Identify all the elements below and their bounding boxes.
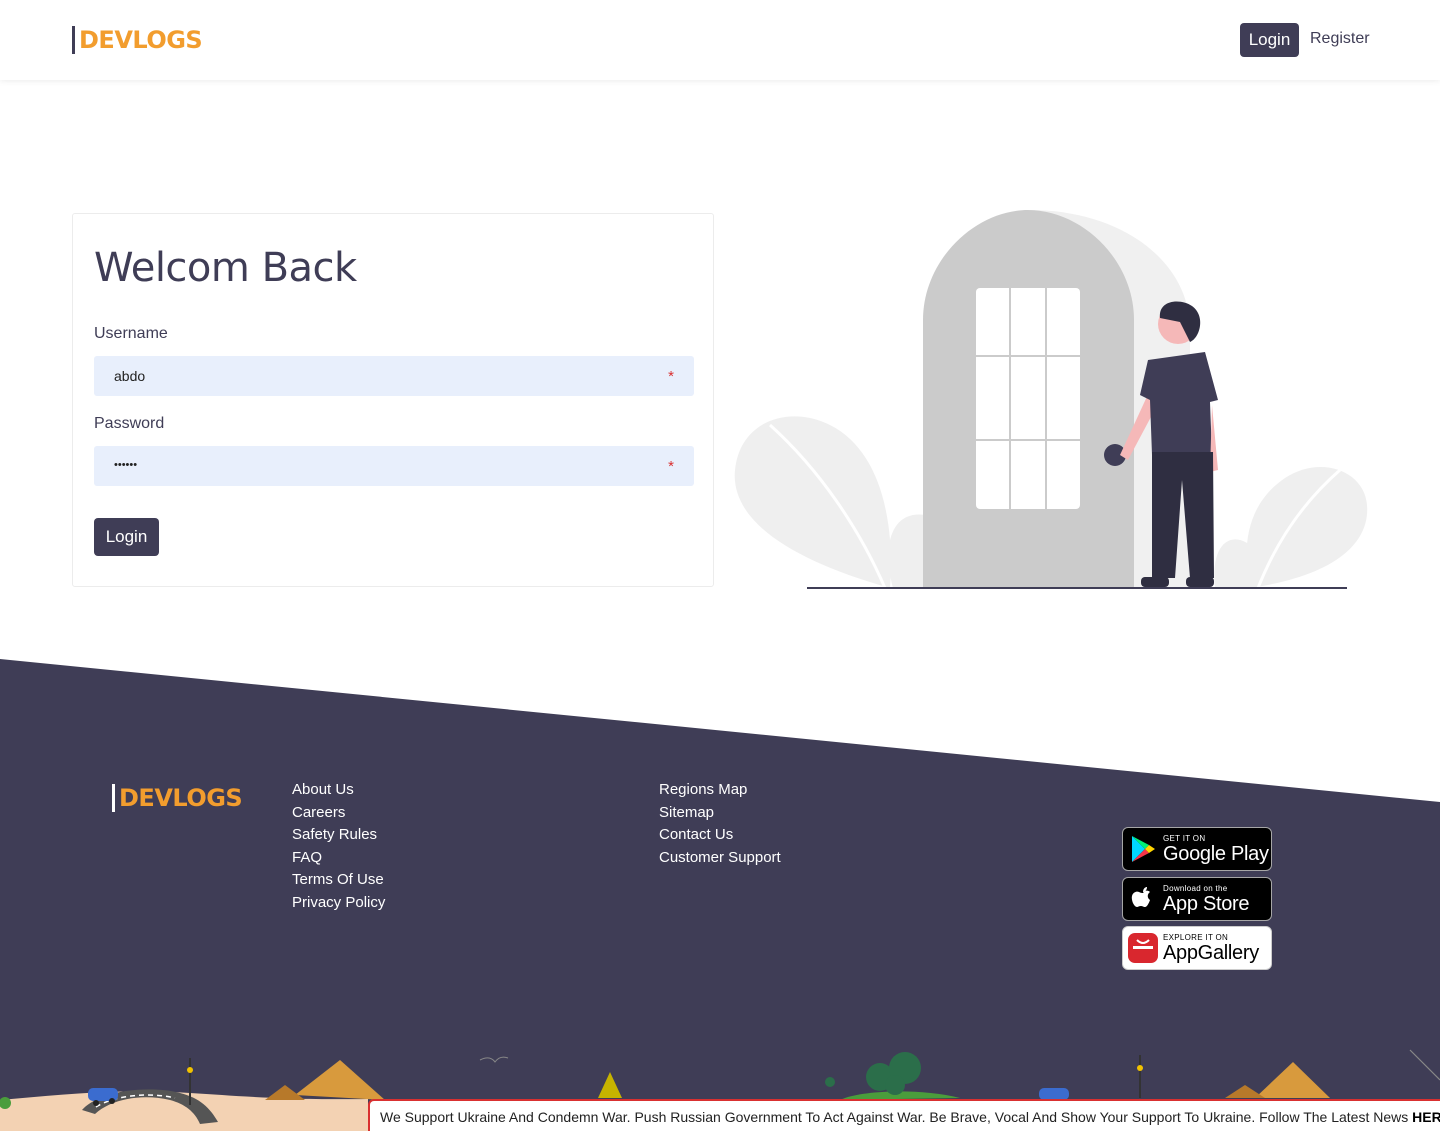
badge-title: Google Play — [1163, 842, 1269, 865]
badge-subtitle: GET IT ON — [1163, 833, 1206, 843]
password-field[interactable]: •••••• * — [94, 446, 694, 486]
ticker-text: We Support Ukraine And Condemn War. Push… — [380, 1109, 1413, 1125]
app-store-badge[interactable]: Download on the App Store — [1122, 877, 1272, 921]
footer-link[interactable]: Contact Us — [659, 824, 781, 847]
username-value: abdo — [114, 368, 146, 384]
logo-bar — [72, 26, 75, 54]
login-card: Welcom Back Username abdo * Password •••… — [72, 213, 714, 587]
required-mark: * — [668, 458, 674, 475]
ticker-link[interactable]: HERE — [1412, 1109, 1440, 1125]
footer-link[interactable]: Customer Support — [659, 847, 781, 870]
username-field[interactable]: abdo * — [94, 356, 694, 396]
required-mark: * — [668, 368, 674, 385]
apple-icon — [1123, 885, 1163, 913]
footer-link[interactable]: Careers — [292, 802, 385, 825]
huawei-icon — [1123, 933, 1163, 963]
password-value: •••••• — [114, 459, 138, 471]
footer-link[interactable]: Terms Of Use — [292, 869, 385, 892]
site-logo[interactable]: DEVLOGS — [72, 26, 203, 54]
logo-text: DEVLOGS — [79, 26, 203, 54]
nav-login-button[interactable]: Login — [1240, 23, 1299, 57]
username-label: Username — [94, 325, 168, 342]
password-label: Password — [94, 415, 165, 432]
login-submit-button[interactable]: Login — [94, 518, 159, 556]
footer-link[interactable]: FAQ — [292, 847, 385, 870]
google-play-icon — [1123, 835, 1163, 863]
badge-title: AppGallery — [1163, 941, 1259, 964]
badge-title: App Store — [1163, 892, 1250, 915]
logo-bar — [112, 784, 115, 812]
news-ticker: We Support Ukraine And Condemn War. Push… — [368, 1099, 1440, 1131]
nav-register-link[interactable]: Register — [1310, 30, 1370, 48]
footer-link[interactable]: Privacy Policy — [292, 892, 385, 915]
footer-logo[interactable]: DEVLOGS — [112, 784, 243, 812]
page-title: Welcom Back — [94, 245, 357, 291]
footer-link[interactable]: About Us — [292, 779, 385, 802]
door-illustration — [734, 210, 1368, 589]
footer-link[interactable]: Safety Rules — [292, 824, 385, 847]
badge-subtitle: Download on the — [1163, 883, 1228, 893]
footer-link[interactable]: Sitemap — [659, 802, 781, 825]
footer-links-primary: About Us Careers Safety Rules FAQ Terms … — [292, 779, 385, 915]
badge-subtitle: EXPLORE IT ON — [1163, 932, 1229, 942]
app-gallery-badge[interactable]: EXPLORE IT ON AppGallery — [1122, 926, 1272, 970]
top-navbar: DEVLOGS Login Register — [0, 0, 1440, 80]
logo-text: DEVLOGS — [119, 784, 243, 812]
footer-link[interactable]: Regions Map — [659, 779, 781, 802]
footer-links-secondary: Regions Map Sitemap Contact Us Customer … — [659, 779, 781, 869]
google-play-badge[interactable]: GET IT ON Google Play — [1122, 827, 1272, 871]
